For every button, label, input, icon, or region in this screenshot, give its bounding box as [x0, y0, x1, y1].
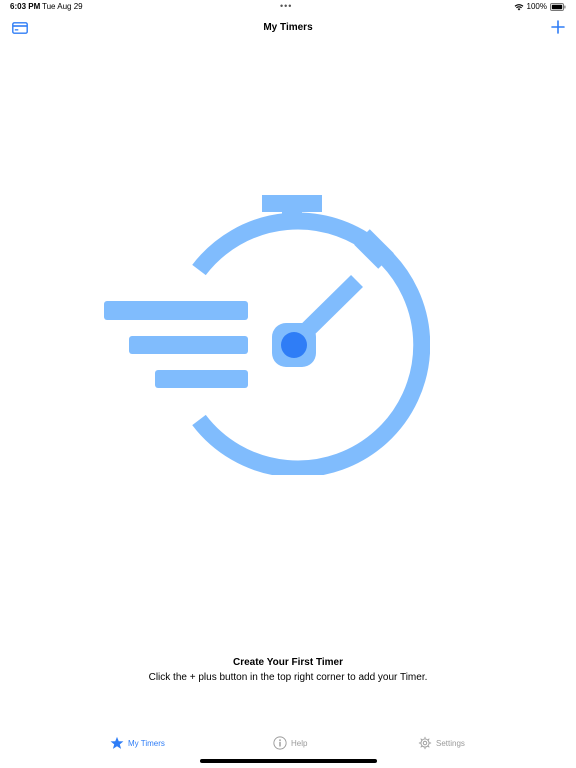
empty-state-title: Create Your First Timer — [232, 657, 344, 668]
add-timer-button[interactable] — [550, 19, 566, 35]
gear-icon — [418, 736, 432, 750]
status-indicators: 100% — [514, 2, 566, 11]
tab-my-timers[interactable]: My Timers — [110, 736, 165, 750]
tab-bar: My Timers Help Settings — [0, 730, 576, 762]
tab-help[interactable]: Help — [273, 736, 307, 750]
wifi-icon — [514, 3, 523, 10]
tab-help-label: Help — [291, 738, 308, 748]
home-indicator[interactable] — [200, 759, 377, 763]
tab-settings[interactable]: Settings — [418, 736, 465, 750]
status-time: 6:03 PM — [10, 2, 41, 11]
multitasking-dots[interactable]: ••• — [280, 1, 292, 11]
tab-my-timers-label: My Timers — [128, 738, 165, 748]
battery-percentage: 100% — [526, 2, 547, 11]
battery-icon — [550, 2, 566, 11]
tab-settings-label: Settings — [436, 738, 465, 748]
stopwatch-speed-icon — [104, 195, 431, 478]
navigation-bar: My Timers — [0, 14, 576, 42]
page-title: My Timers — [263, 22, 313, 33]
empty-state-subtitle: Click the + plus button in the top right… — [148, 672, 428, 683]
illustration — [100, 190, 431, 478]
plus-icon — [551, 20, 565, 34]
info-icon — [273, 736, 287, 750]
screen: 6:03 PM Tue Aug 29 ••• 100% My Timers Cr… — [0, 0, 576, 768]
status-date: Tue Aug 29 — [42, 2, 83, 11]
status-bar: 6:03 PM Tue Aug 29 ••• 100% — [0, 0, 576, 14]
star-icon — [110, 736, 124, 749]
